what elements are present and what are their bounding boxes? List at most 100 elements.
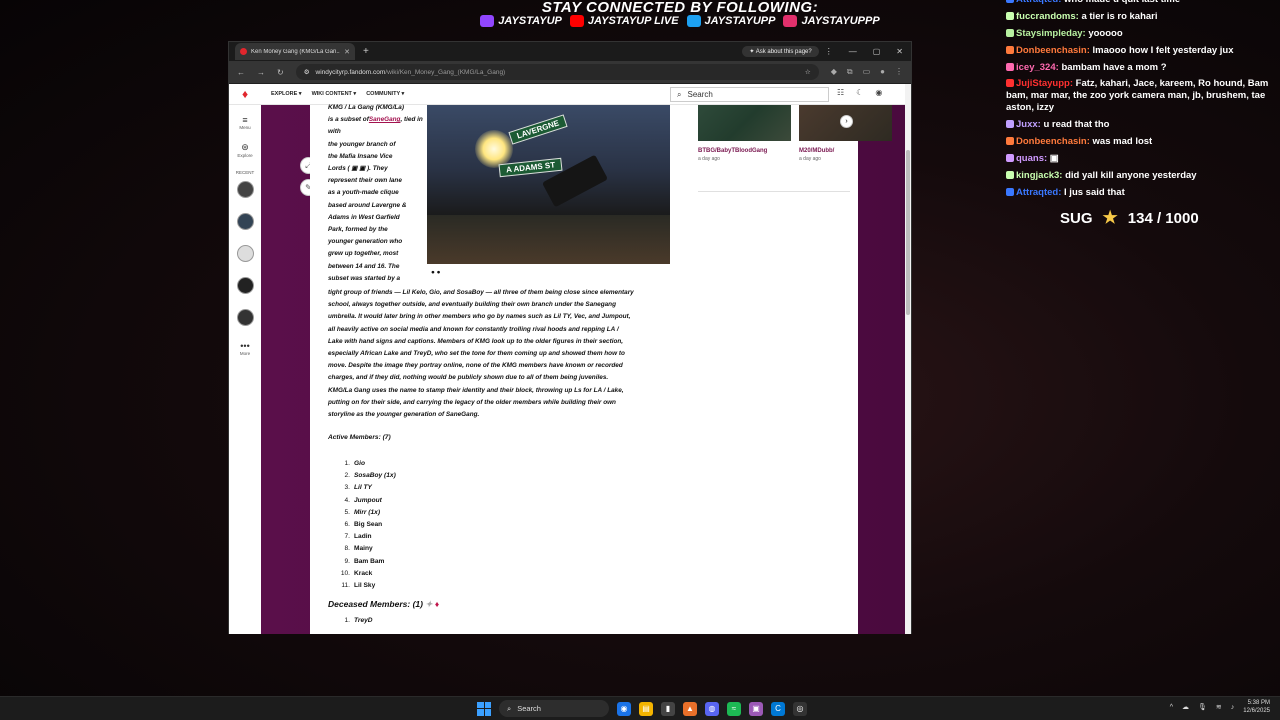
nav-wiki-content[interactable]: WIKI CONTENT ▾: [312, 91, 357, 97]
discussions-icon[interactable]: ☷: [837, 88, 844, 97]
list-item: 6. Big Sean: [334, 519, 396, 531]
recent-page-thumb[interactable]: [236, 213, 254, 230]
menu-dots-icon[interactable]: ⋮: [895, 67, 903, 77]
rail-more-label: More: [239, 351, 251, 356]
wiki-nav-menu: EXPLORE ▾ WIKI CONTENT ▾ COMMUNITY ▾: [271, 91, 404, 97]
related-pages: BTBG/BabyTBloodGang a day ago M20/MDubb/…: [698, 105, 892, 162]
chat-message: icey_324: bambam have a mom ?: [1006, 62, 1278, 74]
sug-label: SUG: [1060, 209, 1093, 227]
reload-icon[interactable]: ↻: [277, 68, 284, 77]
member-name: Lil TY: [354, 484, 372, 492]
scrollbar-thumb[interactable]: [906, 150, 910, 315]
search-icon: ⌕: [507, 703, 512, 713]
chat-message: Staysimpleday: yooooo: [1006, 28, 1278, 40]
rail-explore[interactable]: ⊛ Explore: [237, 142, 252, 158]
chrome-icon[interactable]: ◉: [617, 701, 631, 716]
wiki-tools: ☷ ☾ ◉: [837, 88, 882, 97]
minimize-button[interactable]: —: [849, 47, 857, 56]
recent-page-thumb[interactable]: [236, 181, 254, 198]
list-item: 2. SosaBoy (1x): [334, 470, 396, 482]
rail-more[interactable]: ••• More: [240, 341, 250, 356]
compass-icon: ⊛: [241, 142, 249, 152]
fandom-favicon-icon: [240, 48, 247, 55]
sidepanel-icon[interactable]: ▭: [863, 67, 871, 77]
member-name: Mirr (1x): [354, 508, 381, 516]
rail-menu-label: Menu: [239, 125, 251, 130]
member-name: Ladin: [354, 533, 372, 541]
social-instagram: JAYSTAYUPPP: [783, 15, 880, 27]
social-label: JAYSTAYUP: [498, 15, 562, 27]
intro-line: subset was started by a: [328, 274, 401, 282]
stream-chat: Attraqted: who made u quit last time fucc…: [1006, 0, 1278, 204]
sanegang-link[interactable]: SaneGang: [369, 116, 401, 123]
taskbar-search[interactable]: ⌕ Search: [499, 700, 609, 717]
maximize-button[interactable]: ▢: [873, 47, 881, 56]
list-number: 6.: [344, 521, 351, 529]
wiki-search-input[interactable]: ⌕ Search: [670, 87, 829, 102]
volume-icon[interactable]: ♪: [1231, 704, 1235, 711]
list-number: 1.: [344, 617, 351, 624]
tab-title: Ken Money Gang (KMG/La Gan...: [251, 48, 341, 55]
site-info-icon[interactable]: ⚙: [304, 68, 310, 76]
windows-start-icon[interactable]: [477, 701, 491, 716]
discord-icon[interactable]: ◍: [705, 701, 719, 716]
list-number: 11.: [341, 582, 350, 590]
obs-icon[interactable]: ◎: [793, 701, 807, 716]
address-bar[interactable]: ⚙ windycityrp.fandom.com/wiki/Ken_Money_…: [295, 64, 819, 80]
user-icon[interactable]: ◉: [875, 88, 882, 97]
clock[interactable]: 5:38 PM 12/6/2025: [1243, 699, 1270, 715]
tab-search-icon[interactable]: ⋮: [825, 47, 833, 56]
dark-mode-icon[interactable]: ☾: [856, 88, 863, 97]
fandom-logo-icon[interactable]: ♦: [229, 87, 261, 101]
close-icon[interactable]: ✕: [344, 48, 350, 56]
forward-icon[interactable]: →: [257, 68, 265, 77]
recent-page-thumb[interactable]: [236, 245, 254, 262]
app-icon[interactable]: ▲: [683, 701, 697, 716]
file-explorer-icon[interactable]: ▤: [639, 701, 653, 716]
member-name: TreyD: [354, 617, 373, 624]
profile-icon[interactable]: ●: [880, 67, 885, 77]
list-item: 3. Lil TY: [334, 482, 396, 494]
page-scrollbar[interactable]: [905, 84, 911, 634]
chevron-up-icon[interactable]: ^: [1170, 704, 1173, 711]
puzzle-icon[interactable]: ⧉: [847, 67, 853, 77]
chat-badge-icon: [1006, 28, 1014, 37]
related-time: a day ago: [799, 156, 821, 162]
list-item: 9. Bam Bam: [334, 556, 396, 568]
terminal-icon[interactable]: ▮: [661, 701, 675, 716]
related-card[interactable]: M20/MDubb/ a day ago: [799, 105, 892, 162]
list-item: 1. Gio: [334, 458, 396, 470]
recent-page-thumb[interactable]: [236, 309, 254, 326]
browser-tab[interactable]: Ken Money Gang (KMG/La Gan... ✕: [235, 43, 355, 60]
address-toolbar: ← → ↻ ⚙ windycityrp.fandom.com/wiki/Ken_…: [229, 61, 911, 83]
rail-menu[interactable]: ≡ Menu: [239, 115, 250, 130]
recent-page-thumb[interactable]: [236, 277, 254, 294]
wifi-icon[interactable]: ≋: [1216, 703, 1222, 711]
nav-community[interactable]: COMMUNITY ▾: [366, 91, 404, 97]
list-item: 10. Krack: [334, 568, 396, 580]
ask-about-page-button[interactable]: ✦ Ask about this page?: [742, 46, 819, 57]
onedrive-icon[interactable]: ☁: [1182, 703, 1189, 711]
paragraph-line: Lake with hand signs and captions. Membe…: [328, 337, 624, 345]
extension-icon[interactable]: ◆: [831, 67, 837, 77]
chat-text: u read that tho: [1043, 119, 1110, 131]
chat-text: ▣: [1049, 153, 1059, 165]
street-sign-lavergne: LAVERGNE: [508, 114, 568, 145]
spotify-icon[interactable]: ≈: [727, 701, 741, 716]
article-image[interactable]: LAVERGNE A ADAMS ST: [427, 105, 670, 264]
back-icon[interactable]: ←: [237, 68, 245, 77]
related-card[interactable]: BTBG/BabyTBloodGang a day ago: [698, 105, 791, 162]
close-window-button[interactable]: ✕: [896, 47, 903, 56]
chat-text: did yall kill anyone yesterday: [1065, 170, 1197, 182]
mic-icon[interactable]: 🎙: [1198, 703, 1207, 711]
chat-badge-icon: [1006, 79, 1014, 88]
new-tab-button[interactable]: +: [363, 46, 369, 57]
paragraph-line: charges, and if they did, nothing would …: [328, 374, 609, 382]
nav-explore[interactable]: EXPLORE ▾: [271, 91, 302, 97]
chevron-right-icon[interactable]: ›: [840, 115, 853, 128]
capcut-icon[interactable]: C: [771, 701, 785, 716]
system-tray: ^ ☁ 🎙 ≋ ♪ 5:38 PM 12/6/2025: [1170, 699, 1270, 715]
bookmark-star-icon[interactable]: ☆: [805, 68, 811, 76]
photos-icon[interactable]: ▣: [749, 701, 763, 716]
rail-recent-label: RECENT: [235, 170, 255, 175]
